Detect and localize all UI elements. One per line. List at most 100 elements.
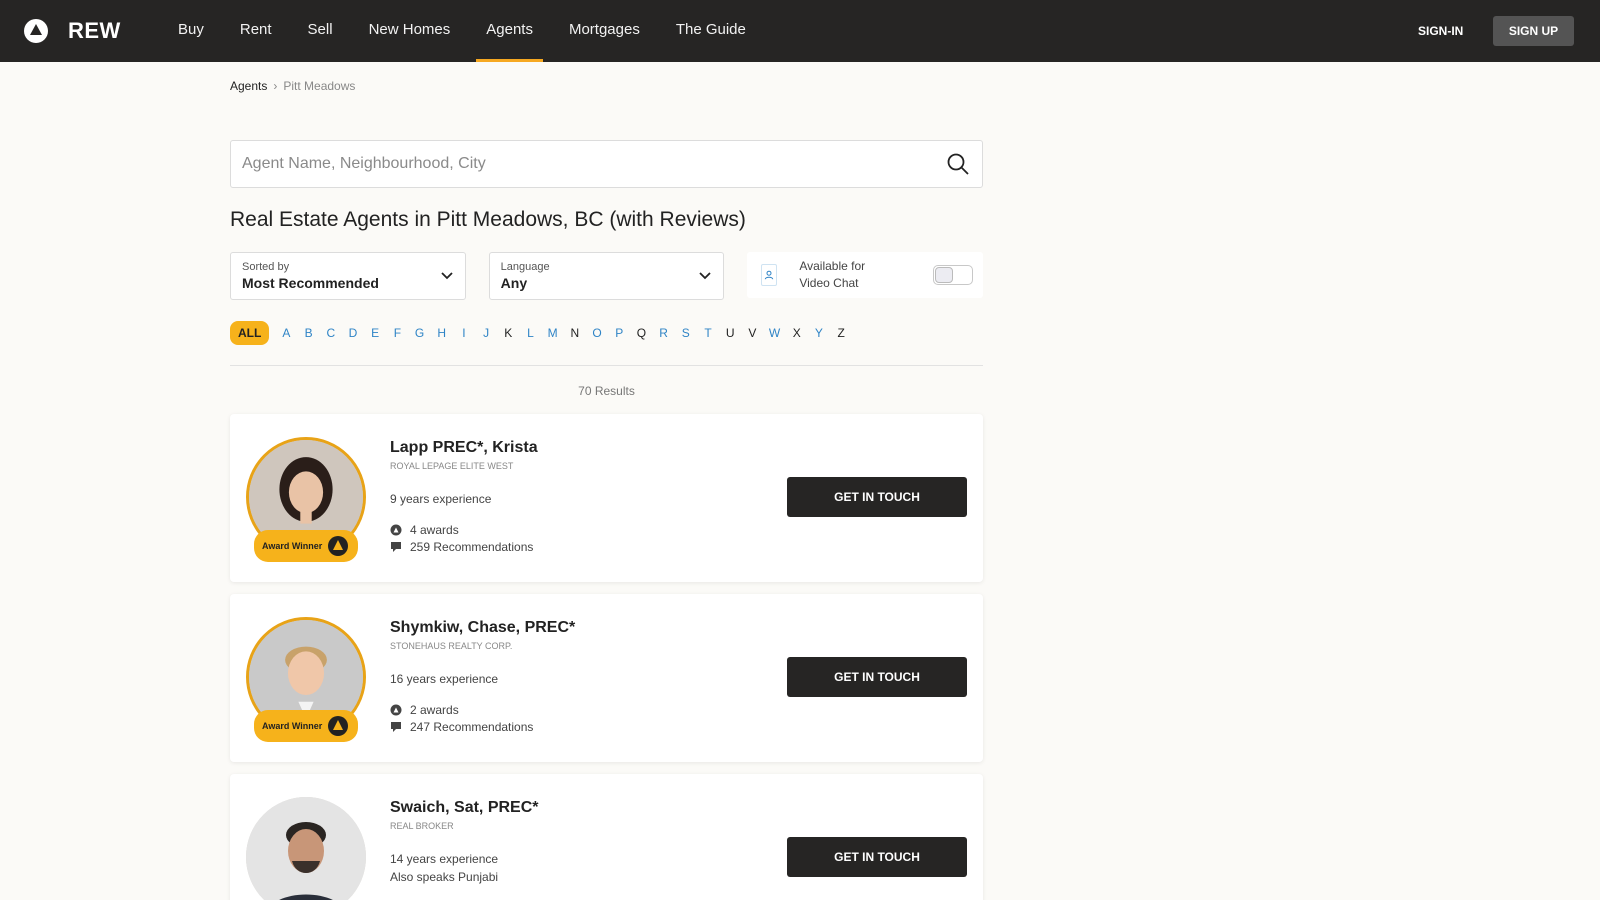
alpha-letter-z: Z: [837, 326, 845, 340]
video-chat-filter: Available for Video Chat: [747, 252, 983, 298]
alpha-letter-p[interactable]: P: [608, 326, 630, 340]
alpha-letter-x: X: [792, 326, 801, 340]
alpha-letter-d[interactable]: D: [342, 326, 364, 340]
agent-name[interactable]: Shymkiw, Chase, PREC*: [390, 619, 575, 637]
alpha-letter-t[interactable]: T: [697, 326, 719, 340]
recommendation-icon: [391, 542, 401, 552]
recommendation-icon: [391, 722, 401, 732]
award-winner-text: Award Winner: [262, 541, 323, 551]
recommendations-count: 247 Recommendations: [410, 720, 534, 734]
agent-experience: 16 years experience: [390, 672, 499, 686]
sort-value: Most Recommended: [242, 275, 379, 291]
award-icon: [390, 524, 402, 536]
alpha-letter-y[interactable]: Y: [808, 326, 830, 340]
rew-logo[interactable]: REW: [24, 18, 121, 44]
agent-brokerage: REAL BROKER: [390, 821, 454, 831]
alpha-letter-m[interactable]: M: [542, 326, 564, 340]
recommendations-count: 259 Recommendations: [410, 540, 534, 554]
agent-card[interactable]: Award Winner Shymkiw, Chase, PREC* STONE…: [230, 594, 983, 762]
agent-name[interactable]: Swaich, Sat, PREC*: [390, 799, 539, 817]
chevron-down-icon: [441, 272, 453, 280]
alpha-letter-h[interactable]: H: [431, 326, 453, 340]
video-chat-label-line2: Video Chat: [799, 276, 859, 290]
get-in-touch-button[interactable]: GET IN TOUCH: [787, 477, 967, 517]
award-winner-badge: Award Winner: [254, 530, 358, 562]
alpha-letter-j[interactable]: J: [475, 326, 497, 340]
language-label: Language: [500, 261, 550, 273]
sign-up-button[interactable]: SIGN UP: [1493, 16, 1574, 46]
toggle-knob: [934, 267, 953, 283]
rew-logo-icon: [24, 19, 48, 43]
agent-brokerage: STONEHAUS REALTY CORP.: [390, 641, 513, 651]
top-navbar: REW Buy Rent Sell New Homes Agents Mortg…: [0, 0, 1600, 62]
alpha-letter-v: V: [748, 326, 757, 340]
agent-card[interactable]: Award Winner Lapp PREC*, Krista ROYAL LE…: [230, 414, 983, 582]
agent-recommendations: 259 Recommendations: [390, 540, 533, 554]
video-chat-toggle[interactable]: [932, 265, 973, 285]
nav-the-guide[interactable]: The Guide: [658, 0, 764, 62]
page-title: Real Estate Agents in Pitt Meadows, BC (…: [230, 208, 746, 231]
alpha-letter-k: K: [504, 326, 513, 340]
logo-text: REW: [68, 18, 121, 43]
nav-rent[interactable]: Rent: [222, 0, 290, 62]
agent-languages: Also speaks Punjabi: [390, 870, 499, 884]
alpha-letter-q: Q: [636, 326, 647, 340]
alpha-letter-b[interactable]: B: [298, 326, 320, 340]
alpha-letter-e[interactable]: E: [364, 326, 386, 340]
alpha-letter-n: N: [570, 326, 580, 340]
agent-avatar[interactable]: [246, 797, 366, 900]
filters-row: Sorted by Most Recommended Language Any …: [230, 252, 983, 300]
results-count: 70 Results: [578, 384, 635, 398]
main-content: Agents › Pitt Meadows Real Estate Agents…: [230, 62, 983, 900]
breadcrumb-agents[interactable]: Agents: [230, 79, 267, 93]
divider: [230, 365, 983, 366]
awards-count: 4 awards: [410, 523, 459, 537]
alpha-letter-i[interactable]: I: [453, 326, 475, 340]
agent-experience: 14 years experience: [390, 852, 499, 866]
search-icon[interactable]: [946, 152, 970, 176]
nav-sell[interactable]: Sell: [290, 0, 351, 62]
agent-brokerage: ROYAL LEPAGE ELITE WEST: [390, 461, 514, 471]
alpha-letter-w[interactable]: W: [763, 326, 785, 340]
award-winner-badge: Award Winner: [254, 710, 358, 742]
alpha-all[interactable]: ALL: [230, 321, 270, 345]
language-select[interactable]: Language Any: [488, 252, 725, 300]
agent-awards: 4 awards: [390, 523, 459, 537]
alpha-letter-f[interactable]: F: [386, 326, 408, 340]
video-chat-label: Available for Video Chat: [799, 258, 865, 292]
agent-search-box: [230, 140, 983, 188]
rew-award-icon: [328, 716, 349, 736]
alpha-letter-l[interactable]: L: [519, 326, 541, 340]
main-nav: Buy Rent Sell New Homes Agents Mortgages…: [160, 0, 764, 62]
alpha-letter-o[interactable]: O: [586, 326, 608, 340]
awards-count: 2 awards: [410, 703, 459, 717]
video-chat-person-icon: [761, 264, 778, 286]
alpha-letter-s[interactable]: S: [675, 326, 697, 340]
agent-experience: 9 years experience: [390, 492, 492, 506]
chevron-down-icon: [699, 272, 711, 280]
sort-select[interactable]: Sorted by Most Recommended: [230, 252, 466, 300]
get-in-touch-button[interactable]: GET IN TOUCH: [787, 657, 967, 697]
get-in-touch-button[interactable]: GET IN TOUCH: [787, 837, 967, 877]
alpha-letter-c[interactable]: C: [320, 326, 342, 340]
agent-search-input[interactable]: [231, 141, 911, 187]
breadcrumb-current: Pitt Meadows: [283, 79, 356, 93]
agent-card[interactable]: Swaich, Sat, PREC* REAL BROKER 14 years …: [230, 774, 983, 900]
sort-label: Sorted by: [242, 261, 290, 273]
alpha-letter-r[interactable]: R: [653, 326, 675, 340]
rew-award-icon: [328, 536, 349, 556]
nav-agents[interactable]: Agents: [468, 0, 551, 62]
agent-awards: 2 awards: [390, 703, 459, 717]
nav-new-homes[interactable]: New Homes: [351, 0, 469, 62]
nav-mortgages[interactable]: Mortgages: [551, 0, 658, 62]
sign-in-link[interactable]: SIGN-IN: [1418, 0, 1463, 62]
alpha-letter-a[interactable]: A: [275, 326, 297, 340]
agent-list: Award Winner Lapp PREC*, Krista ROYAL LE…: [230, 414, 983, 900]
award-icon: [390, 704, 402, 716]
award-winner-text: Award Winner: [262, 721, 323, 731]
alpha-letter-g[interactable]: G: [408, 326, 430, 340]
agent-name[interactable]: Lapp PREC*, Krista: [390, 439, 538, 457]
alpha-letter-u: U: [725, 326, 735, 340]
alphabet-filter: ALL ABCDEFGHIJKLMNOPQRSTUVWXYZ: [230, 321, 983, 345]
nav-buy[interactable]: Buy: [160, 0, 222, 62]
